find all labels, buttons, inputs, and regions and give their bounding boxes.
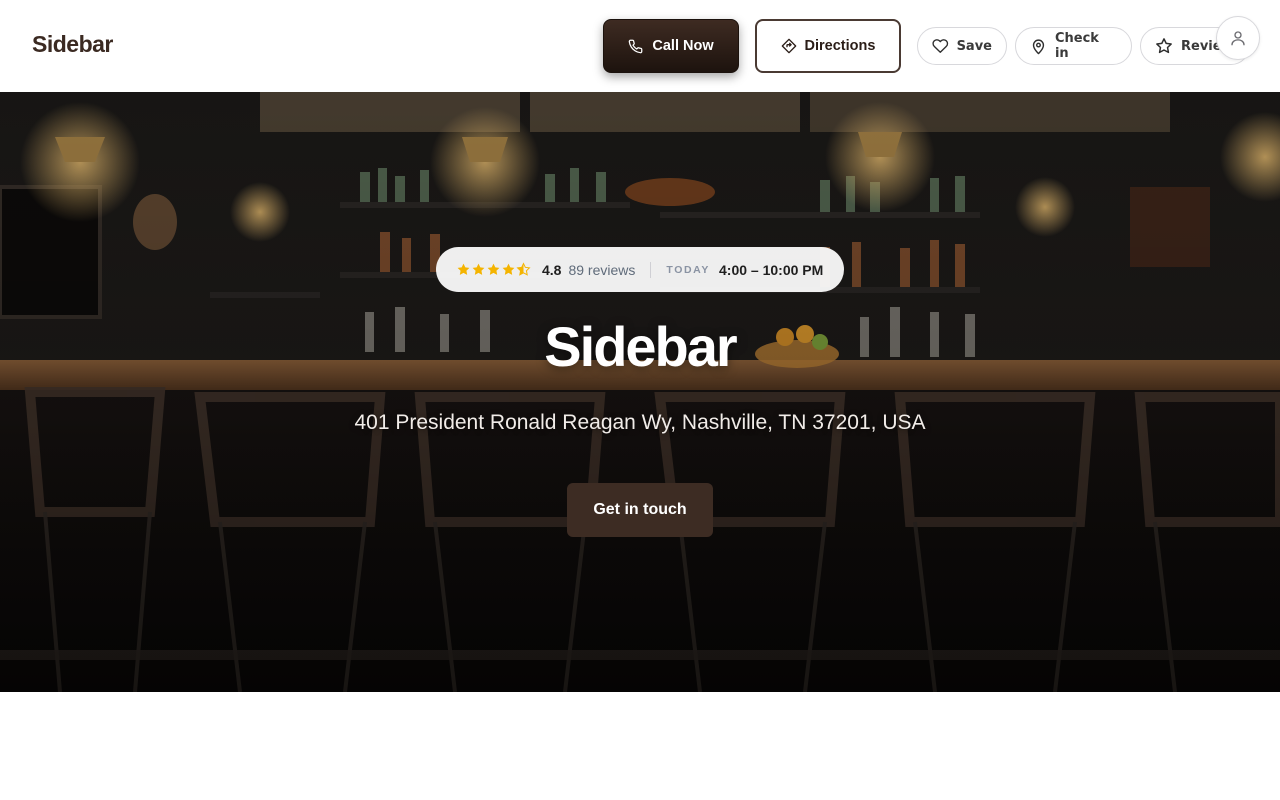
directions-icon	[781, 38, 796, 54]
today-label: TODAY	[666, 263, 710, 276]
top-bar: Sidebar Call Now Directions Save Check i…	[0, 0, 1280, 92]
star-icon	[487, 263, 500, 275]
rating-hours-pill: 4.8 89 reviews TODAY 4:00 – 10:00 PM	[436, 247, 844, 292]
star-icon	[1156, 38, 1172, 54]
phone-icon	[629, 39, 643, 53]
brand-name[interactable]: Sidebar	[32, 31, 113, 58]
rating-value: 4.8	[542, 261, 562, 278]
review-count-link[interactable]: 89 reviews	[568, 262, 635, 278]
star-rating	[456, 262, 531, 277]
opening-hours: 4:00 – 10:00 PM	[719, 261, 824, 278]
directions-button[interactable]: Directions	[755, 19, 901, 73]
hero-address: 401 President Ronald Reagan Wy, Nashvill…	[354, 411, 926, 434]
star-icon	[502, 263, 515, 275]
call-now-label: Call Now	[652, 38, 714, 54]
heart-icon	[932, 39, 949, 53]
get-in-touch-button[interactable]: Get in touch	[567, 483, 713, 537]
hero-section: 4.8 89 reviews TODAY 4:00 – 10:00 PM Sid…	[0, 92, 1280, 692]
call-now-button[interactable]: Call Now	[603, 19, 739, 73]
map-pin-icon	[1032, 39, 1045, 54]
hero-overlay	[0, 92, 1280, 692]
star-icon	[457, 263, 470, 275]
star-icon	[472, 263, 485, 275]
save-label: Save	[956, 38, 992, 54]
directions-label: Directions	[804, 38, 876, 54]
user-icon	[1231, 31, 1245, 46]
save-button[interactable]: Save	[917, 27, 1007, 65]
check-in-button[interactable]: Check in	[1015, 27, 1132, 65]
divider	[650, 261, 652, 278]
hero-title: Sidebar	[544, 315, 737, 378]
account-button[interactable]	[1216, 16, 1260, 60]
half-star-icon	[516, 262, 531, 276]
check-in-label: Check in	[1054, 31, 1099, 61]
